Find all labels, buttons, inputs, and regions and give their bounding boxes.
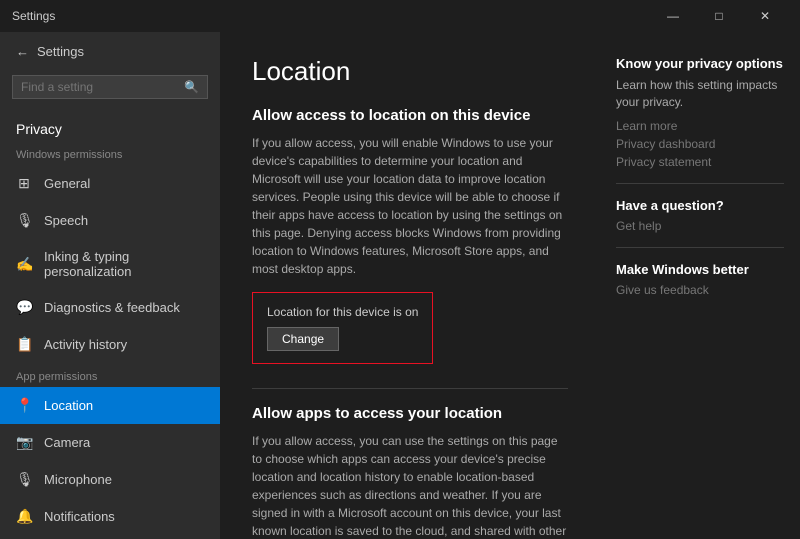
windows-better-title: Make Windows better: [616, 262, 784, 277]
privacy-options-title: Know your privacy options: [616, 56, 784, 71]
allow-apps-section: Allow apps to access your location If yo…: [252, 388, 568, 539]
camera-icon: 📷: [16, 434, 32, 451]
app-permissions-label: App permissions: [0, 363, 220, 387]
back-arrow-icon: ←: [16, 44, 29, 59]
sidebar-item-label: Activity history: [44, 337, 127, 352]
minimize-button[interactable]: —: [650, 0, 696, 32]
device-location-box: Location for this device is on Change: [252, 292, 433, 364]
sidebar-item-camera[interactable]: 📷 Camera: [0, 424, 220, 461]
sidebar-item-label: Location: [44, 398, 93, 413]
device-section-title: Allow access to location on this device: [252, 107, 568, 124]
sidebar-item-speech[interactable]: 🎙 Speech: [0, 202, 220, 239]
sidebar-item-inking[interactable]: ✍ Inking & typing personalization: [0, 239, 220, 289]
back-label: Settings: [37, 44, 84, 59]
apps-section-desc: If you allow access, you can use the set…: [252, 432, 568, 539]
sidebar-item-location[interactable]: 📍 Location: [0, 387, 220, 424]
sidebar-item-notifications[interactable]: 🔔 Notifications: [0, 498, 220, 535]
separator-2: [616, 247, 784, 248]
general-icon: ⊞: [16, 175, 32, 192]
device-location-status: Location for this device is on: [267, 305, 418, 319]
speech-icon: 🎙: [16, 212, 32, 229]
sidebar: ← Settings 🔍 Privacy Windows permissions…: [0, 32, 220, 539]
close-button[interactable]: ✕: [742, 0, 788, 32]
location-icon: 📍: [16, 397, 32, 414]
question-title: Have a question?: [616, 198, 784, 213]
feedback-link[interactable]: Give us feedback: [616, 283, 784, 297]
sidebar-item-general[interactable]: ⊞ General: [0, 165, 220, 202]
app-body: ← Settings 🔍 Privacy Windows permissions…: [0, 32, 800, 539]
windows-permissions-label: Windows permissions: [0, 141, 220, 165]
privacy-dashboard-link[interactable]: Privacy dashboard: [616, 137, 784, 151]
privacy-statement-link[interactable]: Privacy statement: [616, 155, 784, 169]
sidebar-item-diagnostics[interactable]: 💬 Diagnostics & feedback: [0, 289, 220, 326]
app-title: Settings: [12, 9, 650, 23]
sidebar-item-label: Notifications: [44, 509, 115, 524]
window-controls: — □ ✕: [650, 0, 788, 32]
microphone-icon: 🎙: [16, 471, 32, 488]
sidebar-item-label: General: [44, 176, 90, 191]
page-title: Location: [252, 56, 568, 87]
search-input[interactable]: [21, 80, 184, 94]
right-panel: Know your privacy options Learn how this…: [600, 32, 800, 539]
titlebar: Settings — □ ✕: [0, 0, 800, 32]
get-help-link[interactable]: Get help: [616, 219, 784, 233]
search-icon: 🔍: [184, 80, 199, 94]
sidebar-item-activity[interactable]: 📋 Activity history: [0, 326, 220, 363]
sidebar-item-microphone[interactable]: 🎙 Microphone: [0, 461, 220, 498]
diagnostics-icon: 💬: [16, 299, 32, 316]
sidebar-item-label: Camera: [44, 435, 90, 450]
back-button[interactable]: ← Settings: [0, 32, 220, 71]
privacy-options-desc: Learn how this setting impacts your priv…: [616, 77, 784, 111]
sidebar-item-label: Microphone: [44, 472, 112, 487]
maximize-button[interactable]: □: [696, 0, 742, 32]
change-button[interactable]: Change: [267, 327, 339, 351]
device-section-desc: If you allow access, you will enable Win…: [252, 134, 568, 278]
main-content: Location Allow access to location on thi…: [220, 32, 600, 539]
inking-icon: ✍: [16, 256, 32, 273]
sidebar-item-label: Speech: [44, 213, 88, 228]
search-box[interactable]: 🔍: [12, 75, 208, 99]
separator-1: [616, 183, 784, 184]
privacy-label: Privacy: [0, 111, 220, 141]
activity-icon: 📋: [16, 336, 32, 353]
sidebar-item-label: Diagnostics & feedback: [44, 300, 180, 315]
apps-section-title: Allow apps to access your location: [252, 405, 568, 422]
sidebar-item-label: Inking & typing personalization: [44, 249, 204, 279]
notifications-icon: 🔔: [16, 508, 32, 525]
learn-more-link[interactable]: Learn more: [616, 119, 784, 133]
